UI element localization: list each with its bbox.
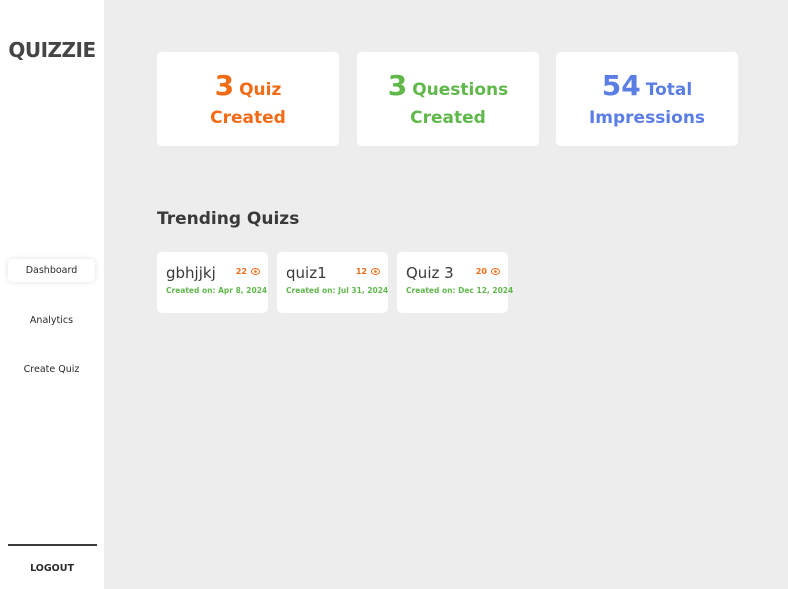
stat-label: Questions [412,79,509,100]
quiz-views: 12 [356,267,380,276]
trending-quiz-card[interactable]: quiz1 12 Created on: Jul 31, 2024 [277,252,388,313]
trending-quizzes-title: Trending Quizs [157,209,300,229]
quiz-name: gbhjjkj [166,264,216,282]
stat-card-quiz-created: 3 Quiz Created [157,52,339,146]
sidebar-item-create-quiz[interactable]: Create Quiz [8,358,95,381]
stat-card-total-impressions: 54 Total Impressions [556,52,738,146]
app-logo: QUIZZIE [8,38,96,62]
sidebar-item-analytics[interactable]: Analytics [8,309,95,332]
quiz-created-date: Created on: Dec 12, 2024 [406,286,514,295]
quiz-views: 22 [236,267,260,276]
stat-label: Quiz [239,79,282,100]
quiz-name: Quiz 3 [406,264,454,282]
eye-icon [491,268,500,275]
logout-button[interactable]: LOGOUT [0,563,104,574]
sidebar-item-dashboard[interactable]: Dashboard [8,259,95,282]
eye-icon [371,268,380,275]
quiz-views-count: 22 [235,267,247,276]
sidebar: QUIZZIE Dashboard Analytics Create Quiz … [0,0,104,589]
sidebar-divider [8,544,97,546]
quiz-views-count: 12 [355,267,367,276]
stat-card-questions-created: 3 Questions Created [357,52,539,146]
quiz-created-date: Created on: Apr 8, 2024 [166,286,268,295]
eye-icon [251,268,260,275]
stat-label-line2: Created [410,107,486,128]
quiz-created-date: Created on: Jul 31, 2024 [286,286,389,295]
stat-number: 3 [387,68,408,102]
stat-number: 3 [214,68,235,102]
trending-quiz-card[interactable]: gbhjjkj 22 Created on: Apr 8, 2024 [157,252,268,313]
stat-label-line2: Impressions [588,107,706,128]
stat-label-line2: Created [210,107,286,128]
quiz-views: 20 [476,267,500,276]
stat-number: 54 [601,68,641,102]
stat-label: Total [645,79,693,100]
quiz-name: quiz1 [286,264,327,282]
trending-quiz-card[interactable]: Quiz 3 20 Created on: Dec 12, 2024 [397,252,513,313]
quiz-views-count: 20 [475,267,487,276]
